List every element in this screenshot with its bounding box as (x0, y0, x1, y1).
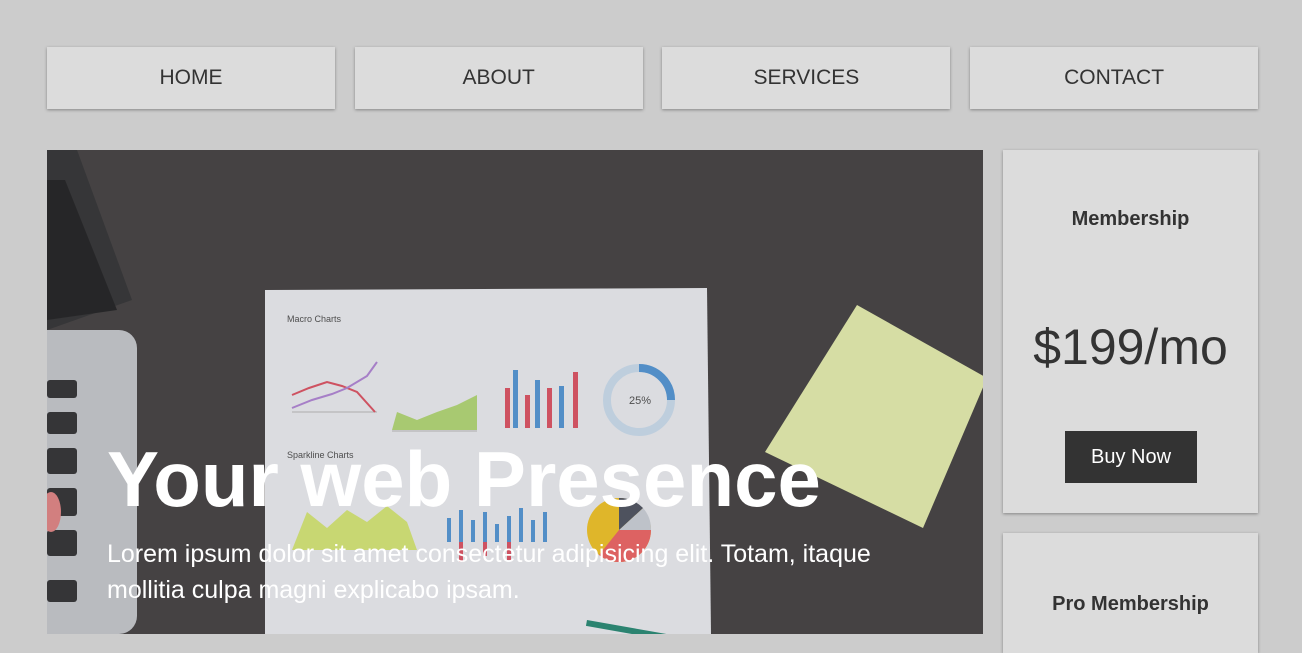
buy-now-button[interactable]: Buy Now (1065, 431, 1197, 483)
hero-section: Macro Charts 25% Spa (47, 150, 983, 634)
hero-title: Your web Presence (107, 435, 821, 523)
membership-price: $199/mo (1033, 319, 1228, 375)
pro-membership-title: Pro Membership (1052, 593, 1209, 615)
membership-title: Membership (1071, 208, 1190, 230)
nav-contact[interactable]: CONTACT (970, 47, 1259, 109)
pro-membership-card: Pro Membership (1003, 533, 1258, 653)
nav-home[interactable]: HOME (47, 47, 335, 109)
hero-text: Lorem ipsum dolor sit amet consectetur a… (107, 540, 871, 604)
membership-card: Membership $199/mo Buy Now (1003, 150, 1258, 513)
nav-services[interactable]: SERVICES (662, 47, 951, 109)
main-nav: HOME ABOUT SERVICES CONTACT (47, 47, 1259, 109)
nav-about[interactable]: ABOUT (354, 47, 643, 109)
